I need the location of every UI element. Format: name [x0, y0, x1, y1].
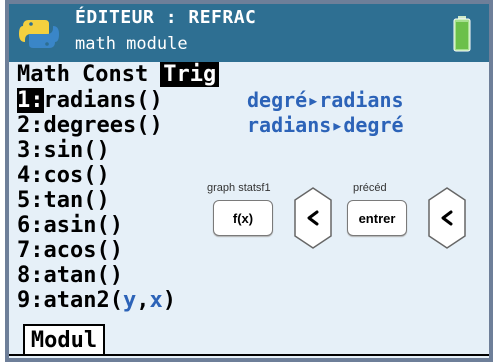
- item-label: atan2(: [43, 288, 123, 313]
- left-arrow-key-icon[interactable]: [293, 186, 333, 250]
- enter-button[interactable]: entrer: [347, 200, 407, 236]
- item-label: atan(): [43, 263, 123, 288]
- fx-key-group: graph statsf1: [207, 182, 271, 194]
- item-number: 8:: [17, 263, 44, 288]
- item-close: ): [162, 288, 176, 313]
- enter-key-group: précéd: [353, 182, 387, 194]
- item-label: radians(): [43, 88, 163, 113]
- item-number: 6:: [17, 213, 44, 238]
- list-item-radians[interactable]: 1:radians(): [17, 88, 176, 113]
- calculator-screen: Math Const Trig 1:radians() 2:degrees() …: [9, 62, 489, 358]
- tab-trig[interactable]: Trig: [160, 62, 220, 87]
- item-number: 1:: [17, 88, 44, 113]
- item-number: 5:: [17, 188, 44, 213]
- list-item-cos[interactable]: 4:cos(): [17, 163, 176, 188]
- list-item-degrees[interactable]: 2:degrees(): [17, 113, 176, 138]
- item-number: 4:: [17, 163, 44, 188]
- footer-divider: [9, 354, 489, 356]
- item-label: cos(): [43, 163, 110, 188]
- item-number: 7:: [17, 238, 44, 263]
- list-item-atan2[interactable]: 9:atan2(y,x): [17, 288, 176, 313]
- item-label: tan(): [43, 188, 110, 213]
- list-item-asin[interactable]: 6:asin(): [17, 213, 176, 238]
- list-item-sin[interactable]: 3:sin(): [17, 138, 176, 163]
- battery-icon: [453, 16, 471, 52]
- footer-tab-modul[interactable]: Modul: [23, 324, 105, 356]
- menu-tabs: Math Const Trig: [17, 62, 220, 87]
- item-comma: ,: [136, 288, 150, 313]
- left-arrow-key-icon-2[interactable]: [427, 186, 467, 250]
- fx-button[interactable]: f(x): [213, 200, 273, 236]
- item-number: 9:: [17, 288, 44, 313]
- fx-key-label: graph statsf1: [207, 182, 271, 194]
- item-number: 3:: [17, 138, 44, 163]
- item-number: 2:: [17, 113, 44, 138]
- editor-subtitle: math module: [75, 34, 188, 54]
- item-label: sin(): [43, 138, 110, 163]
- function-list: 1:radians() 2:degrees() 3:sin() 4:cos() …: [17, 88, 176, 313]
- item-label: asin(): [43, 213, 123, 238]
- desc-radians: degré▸radians: [247, 88, 404, 112]
- item-label: degrees(): [43, 113, 163, 138]
- list-item-atan[interactable]: 8:atan(): [17, 263, 176, 288]
- title-bar: ÉDITEUR : REFRAC math module: [9, 4, 489, 62]
- tab-const[interactable]: Const: [82, 62, 148, 87]
- item-label: acos(): [43, 238, 123, 263]
- list-item-tan[interactable]: 5:tan(): [17, 188, 176, 213]
- desc-degrees: radians▸degré: [247, 113, 404, 137]
- calculator-frame: ÉDITEUR : REFRAC math module Math Const …: [5, 0, 493, 362]
- item-arg-y: y: [122, 288, 137, 313]
- item-arg-x: x: [149, 288, 163, 313]
- python-logo-icon: [19, 20, 59, 48]
- tab-math[interactable]: Math: [17, 62, 70, 87]
- editor-title: ÉDITEUR : REFRAC: [75, 7, 257, 28]
- list-item-acos[interactable]: 7:acos(): [17, 238, 176, 263]
- enter-key-label: précéd: [353, 182, 387, 194]
